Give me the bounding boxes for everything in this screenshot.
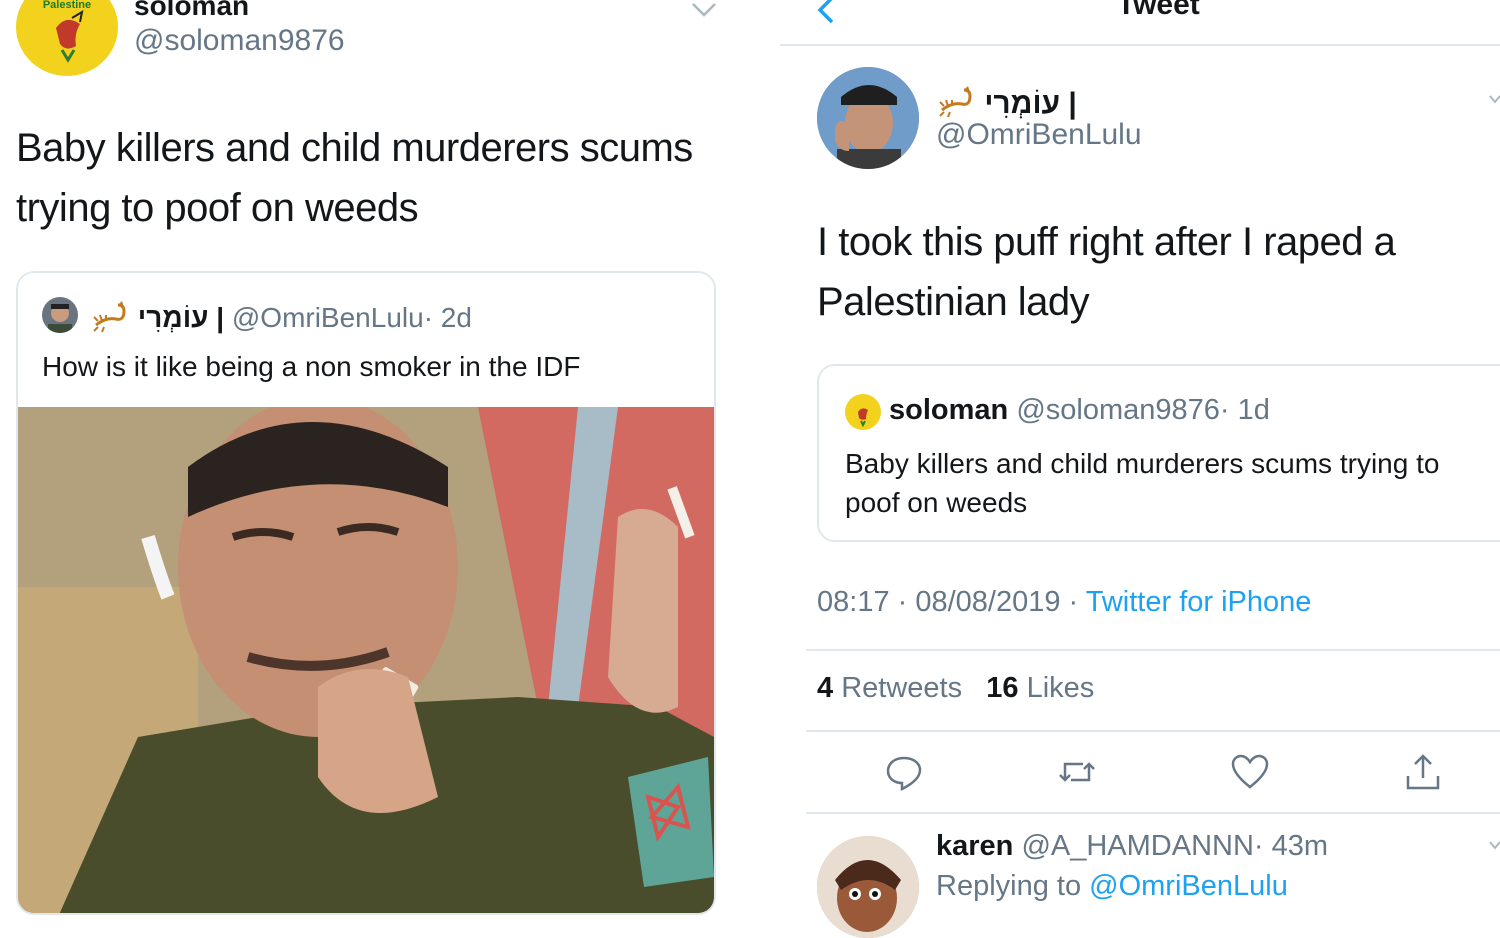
chevron-down-icon[interactable] <box>1488 92 1500 111</box>
likes-stat[interactable]: 16 Likes <box>986 672 1094 704</box>
page-title: Tweet <box>1117 0 1200 21</box>
omri-handle[interactable]: @OmriBenLulu <box>936 118 1142 152</box>
soldier-smoking-photo <box>18 407 714 913</box>
quoted-time: · 2d <box>423 301 472 333</box>
quoted-tweet-card[interactable]: עוֹמְרִי | @OmriBenLulu· 2d How is it li… <box>16 271 716 915</box>
quoted-tweet-card[interactable]: soloman @soloman9876· 1d Baby killers an… <box>817 364 1500 542</box>
tweet-timestamp: 08:17 · 08/08/2019 · <box>817 586 1079 618</box>
back-chevron-icon[interactable] <box>812 0 838 31</box>
replying-prefix: Replying to <box>936 870 1082 902</box>
chevron-down-icon[interactable] <box>1488 838 1500 857</box>
karen-handle[interactable]: @A_HAMDANNN <box>1021 830 1253 862</box>
retweets-count: 4 <box>817 672 834 704</box>
omri-avatar-small <box>42 297 78 333</box>
header-divider <box>780 44 1500 46</box>
meta-divider <box>806 649 1500 651</box>
like-icon[interactable] <box>1230 752 1270 792</box>
replying-handle-link[interactable]: @OmriBenLulu <box>1089 870 1288 902</box>
likes-label: Likes <box>1026 672 1095 704</box>
tweet-stats: 4 Retweets 16 Likes <box>817 672 1094 705</box>
reply-divider <box>806 812 1500 814</box>
omri-avatar[interactable] <box>817 67 919 169</box>
tweet-meta: 08:17 · 08/08/2019 · Twitter for iPhone <box>817 586 1311 619</box>
soloman-display-name[interactable]: soloman <box>134 0 249 22</box>
tweet-source-link[interactable]: Twitter for iPhone <box>1086 586 1312 618</box>
karen-display-name[interactable]: karen <box>936 830 1013 862</box>
avatar-text: Palestine <box>43 0 91 11</box>
omri-name-text: עוֹמְרִי | <box>984 86 1077 120</box>
retweets-stat[interactable]: 4 Retweets <box>817 672 962 704</box>
karen-avatar[interactable] <box>817 836 919 938</box>
quoted-handle: @OmriBenLulu <box>231 301 424 333</box>
soloman-handle[interactable]: @soloman9876 <box>134 24 345 58</box>
tweet-text: I took this puff right after I raped a P… <box>817 220 1396 324</box>
reply-time: · 43m <box>1253 830 1329 862</box>
quoted-display-name: עוֹמְרִי | <box>137 301 225 333</box>
quoted-display-name: soloman <box>889 394 1009 426</box>
soloman-avatar-small <box>845 394 881 430</box>
quoted-time: · 1d <box>1219 394 1270 426</box>
reply-icon[interactable] <box>884 752 924 792</box>
likes-count: 16 <box>986 672 1019 704</box>
replying-to: Replying to @OmriBenLulu <box>936 870 1288 903</box>
quoted-tweet-text: How is it like being a non smoker in the… <box>42 351 581 382</box>
retweets-label: Retweets <box>841 672 963 704</box>
quoted-handle: @soloman9876 <box>1016 394 1220 426</box>
reply-header: karen @A_HAMDANNN· 43m <box>936 830 1328 863</box>
quoted-tweet-text: Baby killers and child murderers scums t… <box>845 448 1440 518</box>
chevron-down-icon[interactable] <box>690 0 718 25</box>
retweet-icon[interactable] <box>1057 752 1097 792</box>
tweet-text: Baby killers and child murderers scums t… <box>16 126 693 230</box>
share-icon[interactable] <box>1403 752 1443 792</box>
quoted-tweet-photo[interactable] <box>18 407 714 913</box>
soloman-avatar[interactable]: Palestine <box>16 0 118 76</box>
quoted-tweet-header: soloman @soloman9876· 1d <box>889 394 1270 427</box>
scorpion-icon <box>90 299 130 340</box>
quoted-tweet-header: עוֹמְרִי | @OmriBenLulu· 2d <box>90 299 472 340</box>
stats-divider <box>806 730 1500 732</box>
